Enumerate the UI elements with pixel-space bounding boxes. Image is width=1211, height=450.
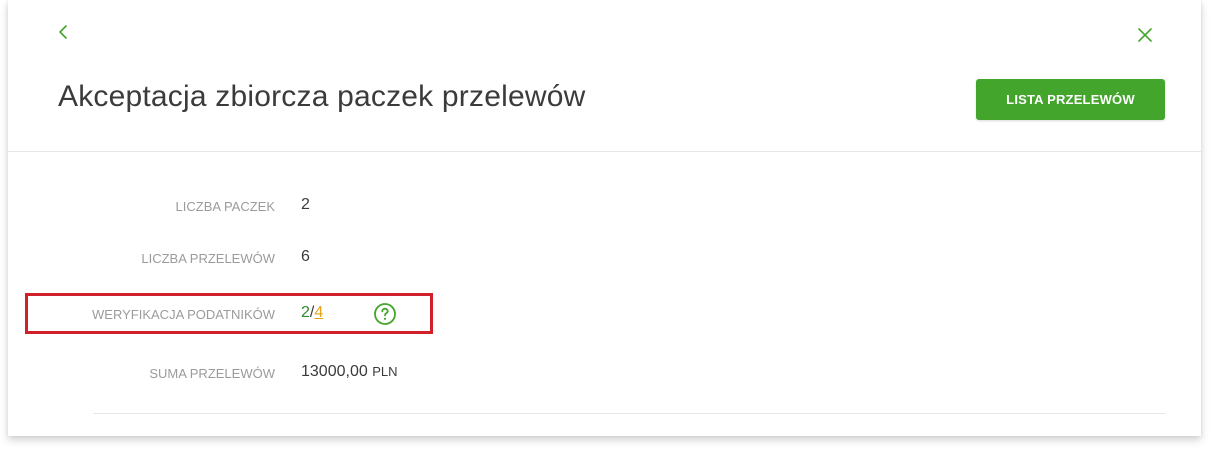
highlight-annotation [25,293,433,334]
page-title: Akceptacja zbiorcza paczek przelewów [58,80,586,113]
header-divider [8,151,1201,152]
packages-count-label: LICZBA PACZEK [175,199,275,214]
close-icon [1138,28,1152,42]
transfers-sum-row: SUMA PRZELEWÓW 13000,00 PLN [8,362,1201,386]
transfers-count-value: 6 [301,248,310,265]
chevron-left-icon [59,25,67,39]
transfers-sum-amount: 13000,00 [301,363,368,380]
transfers-count-label: LICZBA PRZELEWÓW [141,251,275,266]
transfers-sum-value: 13000,00 PLN [301,363,397,381]
packages-count-value: 2 [301,196,310,213]
transfer-list-button[interactable]: LISTA PRZELEWÓW [976,79,1165,120]
transfers-count-row: LICZBA PRZELEWÓW 6 [8,247,1201,271]
close-button[interactable] [1136,26,1154,44]
transfers-sum-currency: PLN [372,364,398,379]
transfers-sum-label: SUMA PRZELEWÓW [149,366,275,381]
back-button[interactable] [56,22,72,42]
packages-count-row: LICZBA PACZEK 2 [8,195,1201,219]
dialog-panel: Akceptacja zbiorcza paczek przelewów LIS… [8,0,1201,436]
bottom-divider [93,413,1165,414]
